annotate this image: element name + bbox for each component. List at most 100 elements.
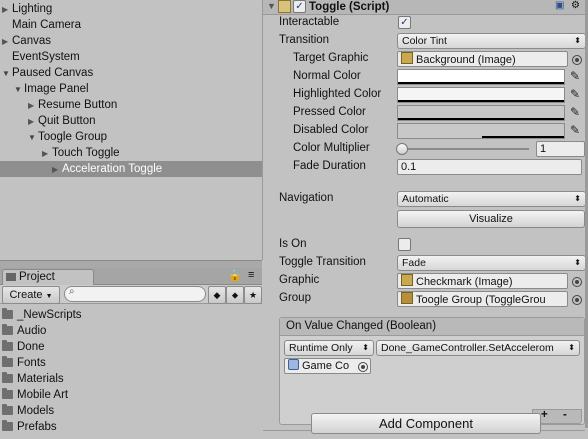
dropdown-arrow-icon: ⬍ [574, 258, 581, 267]
color-multiplier-slider-thumb[interactable] [396, 143, 408, 155]
visualize-button[interactable]: Visualize [397, 210, 585, 228]
create-dropdown-button[interactable]: Create ▼ [2, 286, 60, 304]
add-event-button[interactable]: + [541, 409, 548, 421]
folder-icon [2, 308, 13, 319]
graphic-label: Graphic [279, 274, 320, 286]
interactable-label: Interactable [279, 16, 340, 28]
expand-arrow-icon[interactable]: ▶ [28, 98, 38, 114]
collapse-arrow-icon[interactable]: ▼ [2, 66, 12, 82]
hierarchy-item-lighting[interactable]: ▶ Lighting [2, 1, 52, 17]
target-graphic-field[interactable]: Background (Image) [397, 51, 568, 67]
function-value: Done_GameController.SetAccelerom [381, 342, 554, 354]
fade-duration-input[interactable]: 0.1 [397, 159, 582, 175]
hierarchy-item-label: Resume Button [38, 99, 118, 111]
tab-project-label: Project [19, 271, 55, 283]
expand-arrow-icon[interactable]: ▶ [28, 114, 38, 130]
object-picker-icon[interactable] [572, 55, 582, 65]
add-component-button[interactable]: Add Component [311, 413, 541, 434]
object-picker-icon[interactable] [572, 295, 582, 305]
transition-label: Transition [279, 34, 330, 46]
target-graphic-label: Target Graphic [293, 52, 369, 64]
folder-icon [2, 372, 13, 383]
project-folder[interactable]: Fonts [2, 355, 46, 371]
graphic-field[interactable]: Checkmark (Image) [397, 273, 568, 289]
component-header: ▼ ✓ Toggle (Script) ▣ ⚙ [263, 0, 585, 15]
toggle-transition-label: Toggle Transition [279, 256, 366, 268]
navigation-value: Automatic [402, 193, 449, 205]
hierarchy-item-label: Acceleration Toggle [62, 163, 163, 175]
expand-arrow-icon[interactable]: ▶ [42, 146, 52, 162]
hierarchy-item-quit-button[interactable]: ▶ Quit Button [28, 113, 96, 129]
collapse-arrow-icon[interactable]: ▼ [28, 130, 38, 146]
hierarchy-item-toogle-group[interactable]: ▼ Toogle Group [28, 129, 107, 145]
inspector-panel: ▼ ✓ Toggle (Script) ▣ ⚙ Interactable ✓ T… [263, 0, 588, 439]
toggle-group-icon [401, 292, 413, 304]
component-enabled-checkbox[interactable]: ✓ [293, 0, 306, 13]
remove-event-button[interactable]: - [563, 409, 567, 421]
hierarchy-item-touch-toggle[interactable]: ▶ Touch Toggle [42, 145, 120, 161]
normal-color-label: Normal Color [293, 70, 361, 82]
lock-icon[interactable]: 🔒 [228, 269, 242, 282]
eyedropper-icon[interactable]: ✎ [570, 105, 582, 119]
runtime-dropdown[interactable]: Runtime Only ⬍ [284, 340, 374, 356]
hierarchy-item-canvas[interactable]: ▶ Canvas [2, 33, 51, 49]
favorite-star-icon[interactable]: ★ [244, 286, 262, 304]
hierarchy-item-label: Paused Canvas [12, 67, 94, 79]
collapse-arrow-icon[interactable]: ▼ [267, 1, 276, 11]
search-input[interactable]: ⌕ [64, 286, 206, 302]
on-value-changed-event: On Value Changed (Boolean) Runtime Only ⬍… [279, 317, 585, 425]
hierarchy-item-image-panel[interactable]: ▼ Image Panel [14, 81, 89, 97]
panel-menu-icon[interactable]: ≡ [248, 269, 254, 281]
expand-arrow-icon[interactable]: ▶ [2, 2, 12, 18]
expand-arrow-icon[interactable]: ▶ [2, 34, 12, 50]
pressed-color-swatch[interactable] [397, 105, 565, 121]
is-on-checkbox[interactable] [398, 238, 411, 251]
project-tab-bar: Project 🔒 ≡ [0, 268, 262, 285]
project-folder[interactable]: Done [2, 339, 45, 355]
folder-label: Models [17, 405, 55, 417]
folder-icon [2, 324, 13, 335]
function-dropdown[interactable]: Done_GameController.SetAccelerom ⬍ [376, 340, 580, 356]
filter-by-label-icon[interactable]: ⬥ [226, 286, 244, 304]
project-folder[interactable]: Prefabs [2, 419, 57, 435]
color-multiplier-input[interactable]: 1 [536, 141, 585, 157]
project-folder[interactable]: Audio [2, 323, 46, 339]
project-tab-icon [6, 273, 16, 281]
hierarchy-item-paused-canvas[interactable]: ▼ Paused Canvas [2, 65, 93, 81]
disabled-color-swatch[interactable] [397, 123, 565, 139]
hierarchy-item-label: Touch Toggle [52, 147, 120, 159]
object-picker-icon[interactable] [358, 362, 368, 372]
project-folder[interactable]: _NewScripts [2, 307, 82, 323]
project-folder[interactable]: Mobile Art [2, 387, 68, 403]
group-field[interactable]: Toogle Group (ToggleGrou [397, 291, 568, 307]
group-value: Toogle Group (ToggleGrou [416, 294, 546, 306]
tab-project[interactable]: Project [2, 269, 94, 285]
collapse-arrow-icon[interactable]: ▼ [14, 82, 24, 98]
eyedropper-icon[interactable]: ✎ [570, 69, 582, 83]
help-book-icon[interactable]: ▣ [555, 0, 564, 11]
navigation-dropdown[interactable]: Automatic ⬍ [397, 191, 586, 207]
transition-dropdown[interactable]: Color Tint ⬍ [397, 33, 586, 49]
hierarchy-panel: ▶ Lighting Main Camera ▶ Canvas EventSyste… [0, 0, 263, 260]
add-component-label: Add Component [379, 416, 473, 431]
toggle-transition-dropdown[interactable]: Fade ⬍ [397, 255, 586, 271]
hierarchy-item-main-camera[interactable]: Main Camera [12, 17, 81, 33]
highlighted-color-swatch[interactable] [397, 87, 565, 103]
filter-by-type-icon[interactable]: ◆ [208, 286, 226, 304]
interactable-checkbox[interactable]: ✓ [398, 16, 411, 29]
folder-icon [2, 420, 13, 431]
script-icon [278, 0, 291, 13]
alpha-bar [398, 100, 564, 102]
dropdown-arrow-icon: ⬍ [574, 194, 581, 203]
object-picker-icon[interactable] [572, 277, 582, 287]
color-multiplier-slider-track[interactable] [401, 148, 529, 150]
gear-icon[interactable]: ⚙ [571, 0, 580, 11]
hierarchy-item-eventsystem[interactable]: EventSystem [12, 49, 80, 65]
hierarchy-item-resume-button[interactable]: ▶ Resume Button [28, 97, 117, 113]
eyedropper-icon[interactable]: ✎ [570, 123, 582, 137]
normal-color-swatch[interactable] [397, 69, 565, 85]
hierarchy-item-acceleration-toggle[interactable]: ▶ Acceleration Toggle [0, 161, 262, 177]
eyedropper-icon[interactable]: ✎ [570, 87, 582, 101]
project-folder[interactable]: Models [2, 403, 54, 419]
project-folder[interactable]: Materials [2, 371, 64, 387]
